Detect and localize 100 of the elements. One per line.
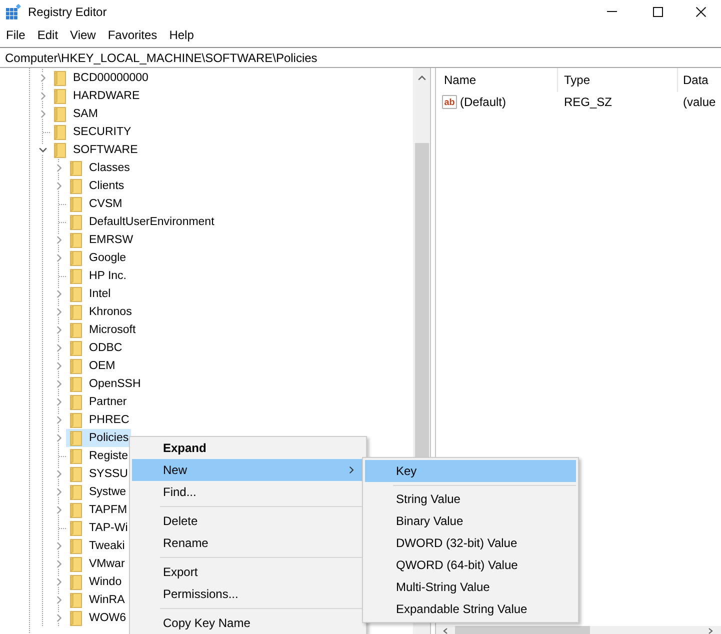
tree-item[interactable]: OpenSSH xyxy=(66,375,143,393)
folder-icon xyxy=(70,214,82,230)
folder-icon xyxy=(70,340,82,356)
table-cell: (value xyxy=(683,95,716,109)
tree-item[interactable]: Khronos xyxy=(66,303,134,321)
menu-item[interactable]: DWORD (32-bit) Value xyxy=(365,532,576,554)
tree-item[interactable]: HP Inc. xyxy=(66,267,128,285)
table-cell: (Default) xyxy=(460,95,506,109)
menu-item[interactable]: Copy Key Name xyxy=(132,612,364,634)
tree-item[interactable]: WOW6 xyxy=(66,609,128,627)
string-value-icon: ab xyxy=(442,95,457,109)
tree-item[interactable]: DefaultUserEnvironment xyxy=(66,213,216,231)
chevron-left-icon[interactable] xyxy=(443,628,448,634)
folder-icon xyxy=(70,268,82,284)
folder-icon xyxy=(70,304,82,320)
tree-item[interactable]: Classes xyxy=(66,159,132,177)
tree-item[interactable]: TAPFM xyxy=(66,501,130,519)
folder-icon xyxy=(70,484,82,500)
menu-item[interactable]: QWORD (64-bit) Value xyxy=(365,554,576,576)
menu-item[interactable]: Help xyxy=(163,25,200,45)
tree-item[interactable]: OEM xyxy=(66,357,118,375)
tree-item[interactable]: Clients xyxy=(66,177,126,195)
folder-icon xyxy=(70,556,82,572)
tree-item[interactable]: Windo xyxy=(66,573,124,591)
window-title: Registry Editor xyxy=(28,4,108,18)
tree-item[interactable]: HARDWARE xyxy=(50,87,142,105)
menu-item[interactable]: Expand xyxy=(132,437,364,459)
menu-item[interactable]: Expandable String Value xyxy=(365,598,576,620)
minimize-icon xyxy=(607,11,617,12)
tree-item[interactable]: PHREC xyxy=(66,411,132,429)
chevron-right-icon[interactable] xyxy=(708,628,713,634)
column-header[interactable]: Type xyxy=(558,68,678,92)
cubes-icon xyxy=(6,4,22,20)
tree-item[interactable]: Microsoft xyxy=(66,321,138,339)
menu-item[interactable]: Delete xyxy=(132,510,364,532)
menu-item[interactable]: View xyxy=(64,25,102,45)
folder-icon xyxy=(70,538,82,554)
column-header[interactable]: Name xyxy=(436,68,558,92)
folder-icon xyxy=(70,358,82,374)
folder-icon xyxy=(70,376,82,392)
folder-icon xyxy=(70,394,82,410)
folder-icon xyxy=(70,160,82,176)
menu-item[interactable]: File xyxy=(0,25,32,45)
tree-item[interactable]: TAP-Wi xyxy=(66,519,130,537)
menu-item[interactable]: Key xyxy=(365,460,576,482)
tree-item[interactable]: BCD00000000 xyxy=(50,69,150,87)
folder-icon xyxy=(70,322,82,338)
scrollbar-thumb[interactable] xyxy=(455,626,590,634)
folder-icon xyxy=(70,574,82,590)
column-header[interactable]: Data xyxy=(678,68,721,92)
tree-item[interactable]: CVSM xyxy=(66,195,124,213)
menu-item[interactable]: String Value xyxy=(365,488,576,510)
folder-icon xyxy=(70,610,82,626)
folder-icon xyxy=(70,502,82,518)
tree-item[interactable]: Registe xyxy=(66,447,130,465)
folder-icon xyxy=(70,592,82,608)
folder-icon xyxy=(54,70,66,86)
folder-icon xyxy=(54,88,66,104)
tree-item[interactable]: EMRSW xyxy=(66,231,136,249)
tree-item[interactable]: Google xyxy=(66,249,128,267)
tree-item[interactable]: SECURITY xyxy=(50,123,134,141)
tree-item[interactable]: Partner xyxy=(66,393,129,411)
menu-item[interactable]: Binary Value xyxy=(365,510,576,532)
folder-icon xyxy=(54,124,66,140)
address-field[interactable]: Computer\HKEY_LOCAL_MACHINE\SOFTWARE\Policies xyxy=(0,47,721,68)
folder-icon xyxy=(70,430,82,446)
folder-icon xyxy=(70,448,82,464)
menu-item[interactable]: Rename xyxy=(132,532,364,554)
tree-item[interactable]: Systwe xyxy=(66,483,128,501)
menu-item[interactable]: Edit xyxy=(31,25,64,45)
folder-icon xyxy=(70,520,82,536)
tree-item[interactable]: WinRA xyxy=(66,591,127,609)
folder-icon xyxy=(70,466,82,482)
menu-item[interactable]: Export xyxy=(132,561,364,583)
folder-icon xyxy=(54,106,66,122)
folder-icon xyxy=(70,178,82,194)
menu-item[interactable]: Favorites xyxy=(102,25,164,45)
chevron-up-icon[interactable] xyxy=(418,75,426,81)
folder-icon xyxy=(70,286,82,302)
tree-item[interactable]: Tweaki xyxy=(66,537,127,555)
scrollbar-thumb[interactable] xyxy=(414,143,428,457)
tree-item[interactable]: SYSSU xyxy=(66,465,130,483)
tree-item[interactable]: Intel xyxy=(66,285,113,303)
tree-item[interactable]: Policies xyxy=(66,429,131,447)
menu-item[interactable]: New xyxy=(132,459,364,481)
menu-item[interactable]: Multi-String Value xyxy=(365,576,576,598)
folder-icon xyxy=(54,142,66,158)
folder-icon xyxy=(70,196,82,212)
close-icon xyxy=(696,6,706,16)
table-cell: REG_SZ xyxy=(564,95,612,109)
folder-icon xyxy=(70,250,82,266)
menu-item[interactable]: Permissions... xyxy=(132,583,364,605)
tree-item[interactable]: VMwar xyxy=(66,555,127,573)
tree-item[interactable]: SOFTWARE xyxy=(50,141,140,159)
folder-icon xyxy=(70,232,82,248)
folder-icon xyxy=(70,412,82,428)
menu-item[interactable]: Find... xyxy=(132,481,364,503)
tree-item[interactable]: SAM xyxy=(50,105,100,123)
tree-item[interactable]: ODBC xyxy=(66,339,124,357)
maximize-icon xyxy=(653,6,663,16)
